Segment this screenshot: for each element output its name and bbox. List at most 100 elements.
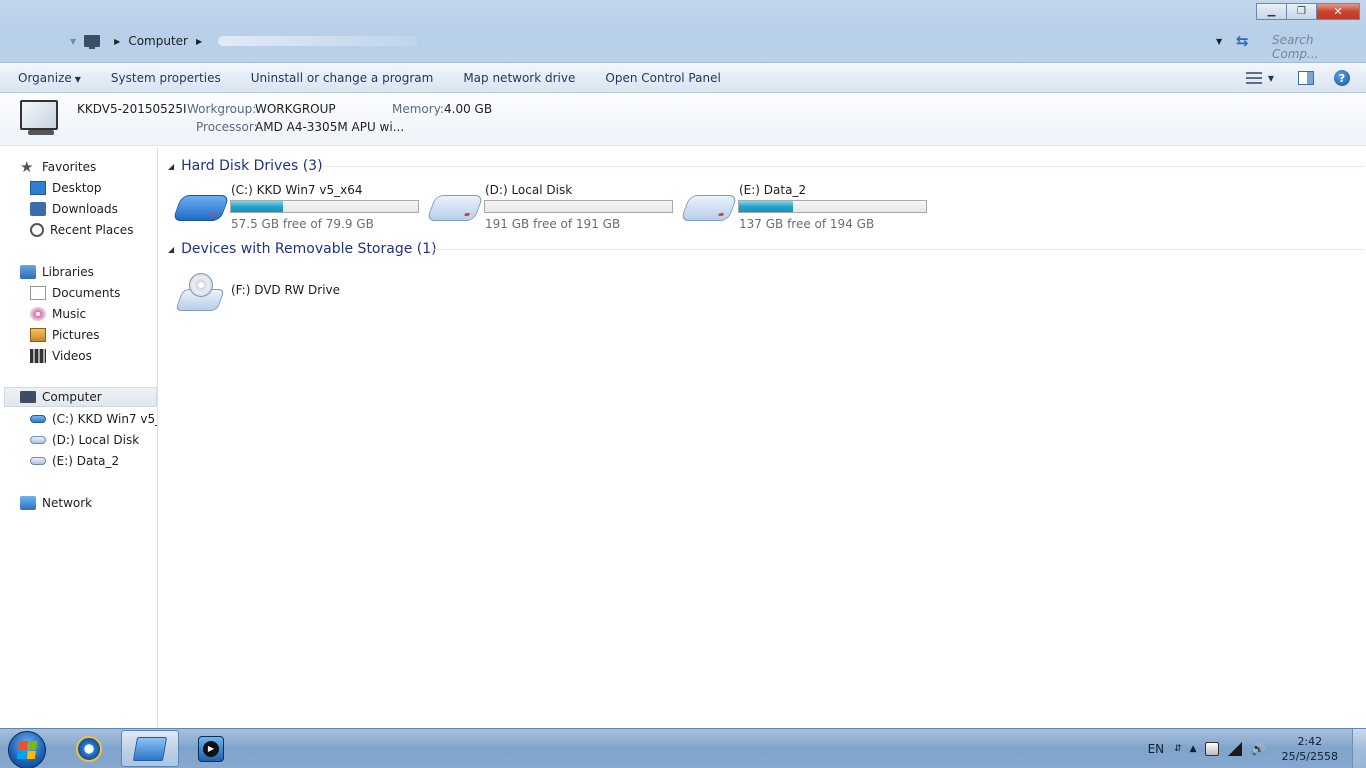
sidebar-item-videos[interactable]: Videos (30, 346, 92, 366)
recent-places-icon (30, 223, 44, 237)
details-pane: KKDV5-20150525I Workgroup: WORKGROUP Mem… (0, 94, 1366, 146)
sidebar-item-label: (D:) Local Disk (52, 433, 140, 447)
sidebar-item-label: Videos (52, 349, 92, 363)
show-desktop-button[interactable] (1352, 729, 1366, 768)
clock[interactable]: 2:42 25/5/2558 (1282, 734, 1338, 764)
dvd-disc-icon (189, 273, 213, 297)
drive-free-space: 137 GB free of 194 GB (739, 217, 875, 231)
hard-drive-icon (30, 457, 46, 465)
sidebar-item-label: (E:) Data_2 (52, 454, 120, 468)
breadcrumb-arrow-icon[interactable]: ▶ (114, 37, 120, 46)
desktop-icon (30, 181, 46, 195)
sidebar-item-documents[interactable]: Documents (30, 283, 120, 303)
safely-remove-hardware-icon[interactable] (1204, 742, 1219, 756)
sidebar-item-downloads[interactable]: Downloads (30, 199, 118, 219)
file-list: ◢ Hard Disk Drives (3) (C:) KKD Win7 v5_x… (159, 147, 1366, 727)
hard-drive-icon (172, 195, 230, 221)
refresh-icon[interactable]: ⇆ (1236, 32, 1254, 50)
sidebar-item-network[interactable]: Network (20, 493, 92, 513)
computer-icon (20, 391, 36, 403)
sidebar-item-label: Favorites (42, 160, 97, 174)
drive-name: (E:) Data_2 (739, 183, 807, 197)
address-dropdown-icon[interactable]: ▼ (1216, 37, 1222, 46)
chevron-down-icon: ▼ (74, 74, 81, 84)
hard-drive-icon (30, 436, 46, 444)
sidebar-item-favorites[interactable]: ★ Favorites (20, 157, 96, 177)
drive-tile-dvd[interactable]: (F:) DVD RW Drive (174, 267, 427, 315)
star-icon: ★ (20, 158, 34, 176)
breadcrumb-computer[interactable]: Computer (128, 34, 188, 48)
sidebar-item-drive-d[interactable]: (D:) Local Disk (30, 430, 139, 450)
window-controls: ▁ ❐ ✕ (1256, 3, 1360, 20)
address-bar[interactable]: ▼ ▶ Computer ▶ (70, 30, 1230, 52)
uninstall-program-button[interactable]: Uninstall or change a program (236, 71, 449, 85)
collapse-triangle-icon[interactable]: ◢ (168, 162, 174, 171)
close-button[interactable]: ✕ (1316, 3, 1360, 20)
processor-value: AMD A4-3305M APU wi... (255, 120, 405, 134)
sidebar-item-desktop[interactable]: Desktop (30, 178, 102, 198)
start-button[interactable] (8, 731, 46, 768)
minimize-button[interactable]: ▁ (1256, 3, 1287, 20)
sidebar-item-libraries[interactable]: Libraries (20, 262, 94, 282)
organize-label: Organize (18, 70, 72, 85)
music-icon (30, 307, 46, 321)
change-view-icon[interactable] (1245, 71, 1262, 85)
breadcrumb-arrow-icon[interactable]: ▶ (196, 37, 202, 46)
processor-label: Processor: (196, 120, 258, 134)
command-bar: Organize ▼ System properties Uninstall or… (0, 63, 1366, 93)
maximize-button[interactable]: ❐ (1286, 3, 1317, 20)
sidebar-item-pictures[interactable]: Pictures (30, 325, 100, 345)
show-hidden-icons-icon[interactable]: ▲ (1190, 744, 1197, 754)
drive-name: (D:) Local Disk (485, 183, 573, 197)
pictures-icon (30, 328, 46, 342)
blurred-region (218, 36, 419, 46)
collapse-triangle-icon[interactable]: ◢ (168, 245, 174, 254)
drive-usage-fill (739, 201, 794, 212)
sidebar-item-label: Pictures (52, 328, 100, 342)
downloads-icon (30, 202, 46, 216)
input-method-icon[interactable]: ⇵ (1174, 744, 1182, 754)
open-control-panel-button[interactable]: Open Control Panel (590, 71, 735, 85)
drive-tile-c[interactable]: (C:) KKD Win7 v5_x64 57.5 GB free of 79.… (172, 183, 427, 231)
group-header-hard-disk-drives[interactable]: ◢ Hard Disk Drives (3) (168, 156, 323, 176)
sidebar-item-label: Network (42, 496, 93, 510)
sidebar-item-recent-places[interactable]: Recent Places (30, 220, 133, 240)
help-icon[interactable]: ? (1334, 70, 1350, 86)
group-header-removable-storage[interactable]: ◢ Devices with Removable Storage (1) (168, 239, 437, 259)
hard-drive-icon (30, 415, 46, 423)
group-divider (431, 249, 1364, 250)
sidebar-item-computer[interactable]: Computer (4, 387, 157, 407)
hard-drive-icon (426, 195, 484, 221)
taskbar-media-player[interactable]: ▶ (182, 730, 240, 767)
sidebar-item-drive-e[interactable]: (E:) Data_2 (30, 451, 119, 471)
map-network-drive-button[interactable]: Map network drive (448, 71, 590, 85)
sidebar-item-label: Libraries (42, 265, 94, 279)
organize-button[interactable]: Organize ▼ (0, 71, 96, 85)
sidebar-item-music[interactable]: Music (30, 304, 86, 324)
sidebar-item-label: Recent Places (50, 223, 134, 237)
network-signal-icon[interactable] (1227, 742, 1242, 756)
preview-pane-icon[interactable] (1298, 71, 1314, 85)
recent-pages-chevron-icon[interactable]: ▼ (70, 37, 76, 46)
sidebar-item-label: Desktop (52, 181, 102, 195)
videos-icon (30, 349, 46, 363)
drive-usage-bar (738, 200, 927, 213)
windows-logo-icon (16, 741, 38, 759)
workgroup-value: WORKGROUP (255, 102, 336, 116)
clock-date: 25/5/2558 (1281, 750, 1338, 763)
search-input[interactable]: Search Comp... (1264, 31, 1360, 61)
taskbar-windows-explorer[interactable] (121, 730, 179, 767)
sidebar-item-drive-c[interactable]: (C:) KKD Win7 v5_x64 (30, 409, 157, 429)
monitor-icon (20, 100, 58, 130)
taskbar: ▶ EN ⇵ ▲ 🔊 2:42 25/5/2558 (0, 728, 1366, 768)
volume-icon[interactable]: 🔊 (1251, 742, 1266, 756)
view-options-chevron-icon[interactable]: ▼ (1268, 74, 1274, 83)
system-properties-button[interactable]: System properties (96, 71, 236, 85)
language-indicator[interactable]: EN (1148, 742, 1165, 756)
drive-tile-e[interactable]: (E:) Data_2 137 GB free of 194 GB (680, 183, 935, 231)
drive-tile-d[interactable]: (D:) Local Disk 191 GB free of 191 GB (426, 183, 681, 231)
drive-usage-bar (230, 200, 419, 213)
taskbar-internet-explorer[interactable] (60, 730, 118, 767)
internet-explorer-icon (76, 735, 102, 762)
memory-label: Memory: (392, 102, 444, 116)
